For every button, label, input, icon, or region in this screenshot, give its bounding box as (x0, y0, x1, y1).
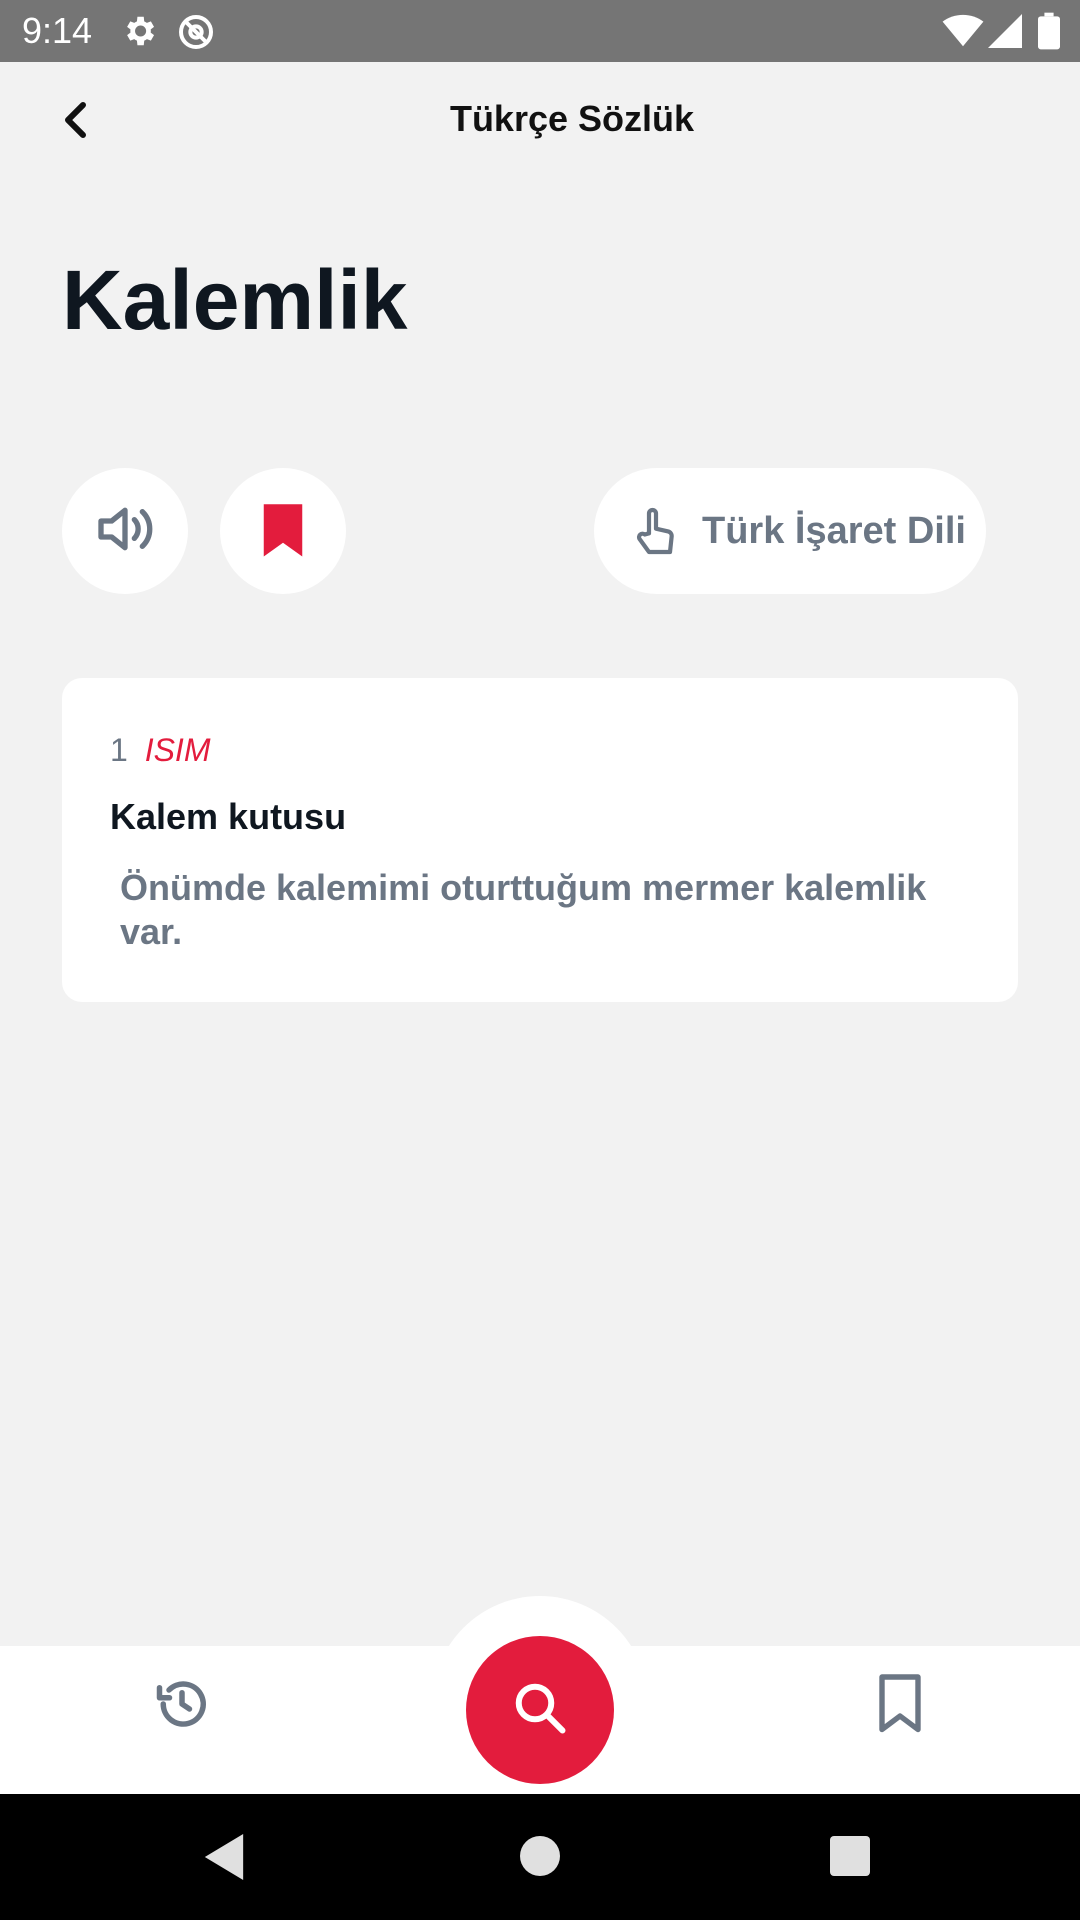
meaning-text: Kalem kutusu (110, 796, 347, 837)
gear-icon (120, 12, 158, 55)
speaker-icon (93, 497, 157, 566)
pronounce-button[interactable] (62, 468, 188, 594)
search-icon (510, 1678, 570, 1743)
at-sign-icon (176, 12, 216, 57)
sign-language-label: Türk İşaret Dili (702, 509, 966, 552)
signal-icon (988, 14, 1022, 53)
bookmark-outline-icon[interactable] (876, 1674, 924, 1739)
search-button[interactable] (466, 1636, 614, 1784)
battery-icon (1038, 12, 1060, 55)
wifi-icon (942, 14, 984, 53)
sense-number: 1 (110, 732, 128, 768)
example-sentence: Önümde kalemimi oturttuğum mermer kaleml… (120, 867, 927, 952)
status-time: 9:14 (22, 10, 93, 51)
definition-card: 1 ISIM Kalem kutusu Önümde kalemimi otur… (62, 678, 1018, 1002)
system-nav-bar (0, 1794, 1080, 1920)
circle-home-icon[interactable] (520, 1836, 560, 1881)
sign-language-button[interactable]: Türk İşaret Dili (594, 468, 986, 594)
bookmark-filled-icon (261, 501, 305, 562)
hand-pointer-icon (628, 501, 684, 561)
triangle-back-icon[interactable] (204, 1834, 244, 1885)
status-bar: 9:14 (0, 0, 1080, 62)
square-recents-icon[interactable] (830, 1836, 870, 1881)
page-title: Tükrçe Sözlük (449, 98, 695, 139)
history-icon[interactable] (152, 1674, 212, 1739)
bookmark-button[interactable] (220, 468, 346, 594)
sense-header: 1 ISIM (110, 732, 210, 769)
part-of-speech: ISIM (144, 732, 211, 768)
word-title: Kalemlik (62, 253, 408, 347)
